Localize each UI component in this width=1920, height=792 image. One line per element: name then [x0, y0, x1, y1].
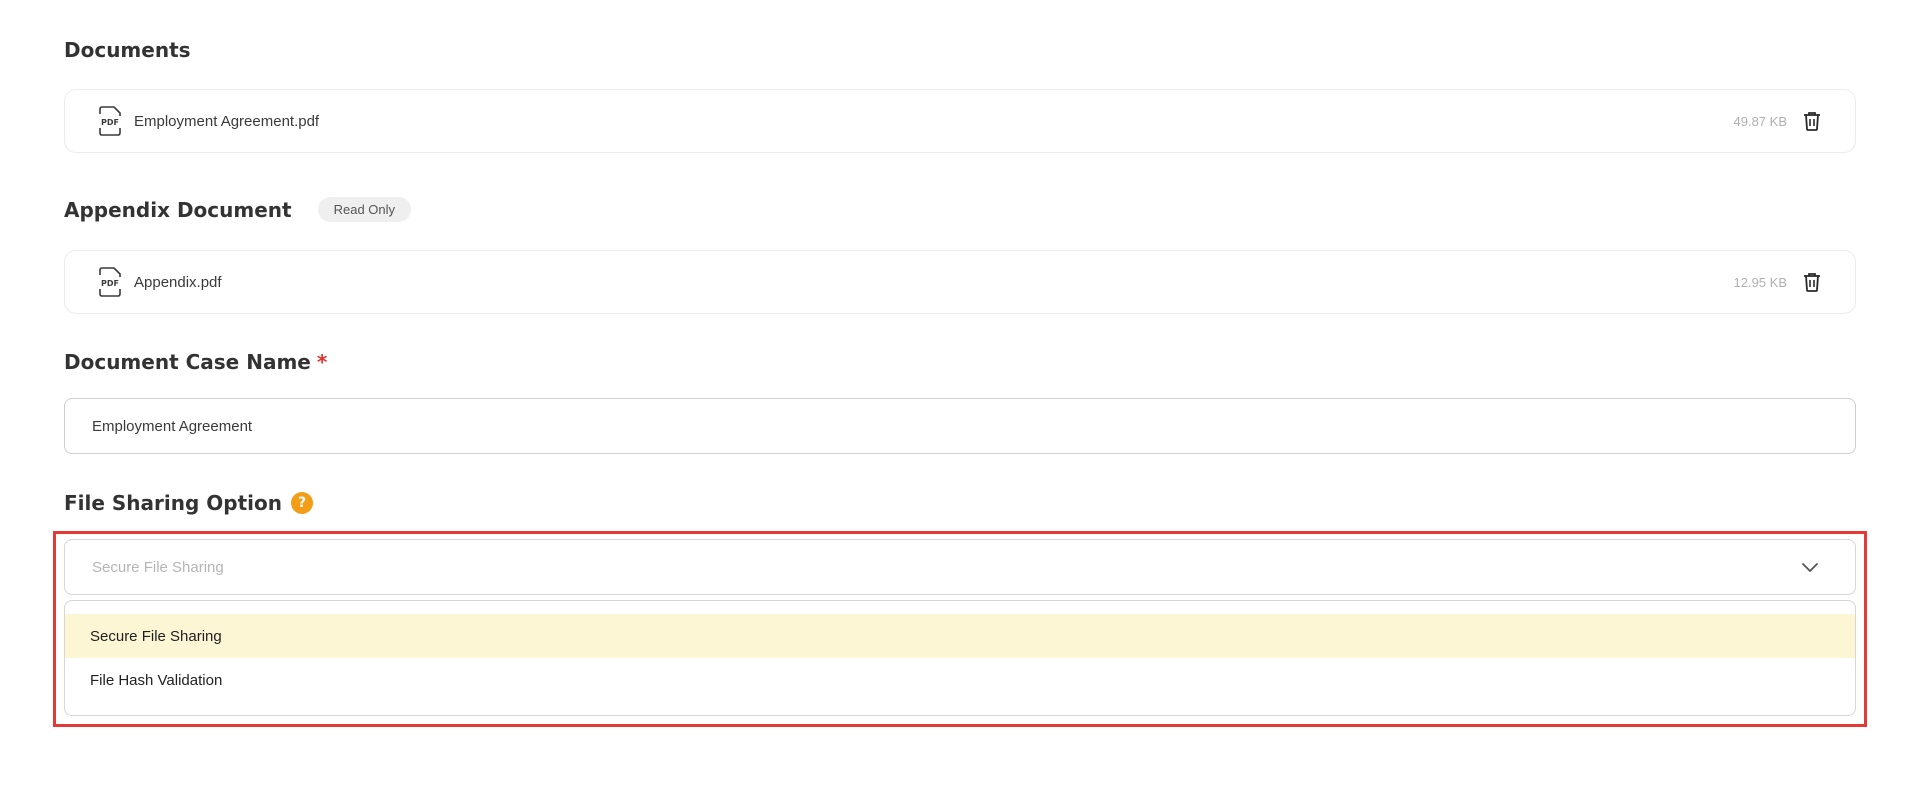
case-name-title: Document Case Name	[64, 350, 311, 374]
appendix-title: Appendix Document	[64, 197, 292, 222]
pdf-file-icon: PDF	[99, 106, 121, 136]
svg-text:PDF: PDF	[101, 118, 119, 127]
pdf-file-icon: PDF	[99, 267, 121, 297]
file-sharing-selected-value: Secure File Sharing	[92, 558, 224, 576]
dropdown-option-secure-file-sharing[interactable]: Secure File Sharing	[65, 614, 1855, 658]
appendix-file-size: 12.95 KB	[1733, 274, 1788, 290]
required-asterisk: *	[316, 350, 328, 374]
file-sharing-select[interactable]: Secure File Sharing	[64, 539, 1856, 595]
dropdown-option-file-hash-validation[interactable]: File Hash Validation	[65, 658, 1855, 702]
case-name-value: Employment Agreement	[92, 417, 253, 435]
documents-title: Documents	[64, 38, 191, 62]
file-sharing-title: File Sharing Option	[64, 491, 282, 515]
file-sharing-dropdown-menu: Secure File Sharing File Hash Validation	[64, 600, 1856, 716]
chevron-down-icon[interactable]	[1800, 557, 1820, 577]
file-sharing-label: File Sharing Option ?	[64, 491, 313, 515]
appendix-heading: Appendix Document Read Only	[64, 197, 412, 222]
trash-icon[interactable]	[1801, 271, 1823, 293]
document-file-name: Employment Agreement.pdf	[134, 112, 320, 130]
case-name-label: Document Case Name *	[64, 350, 327, 374]
case-name-input[interactable]: Employment Agreement	[64, 398, 1856, 454]
document-file-size: 49.87 KB	[1733, 113, 1788, 129]
form-page: Documents PDF Employment Agreement.pdf 4…	[0, 0, 1920, 792]
appendix-file-name: Appendix.pdf	[134, 273, 222, 291]
document-file-card[interactable]: PDF Employment Agreement.pdf 49.87 KB	[64, 89, 1856, 153]
svg-text:PDF: PDF	[101, 279, 119, 288]
documents-heading: Documents	[64, 38, 191, 62]
question-circle-icon[interactable]: ?	[291, 492, 313, 514]
read-only-badge: Read Only	[317, 197, 412, 222]
trash-icon[interactable]	[1801, 110, 1823, 132]
appendix-file-card[interactable]: PDF Appendix.pdf 12.95 KB	[64, 250, 1856, 314]
